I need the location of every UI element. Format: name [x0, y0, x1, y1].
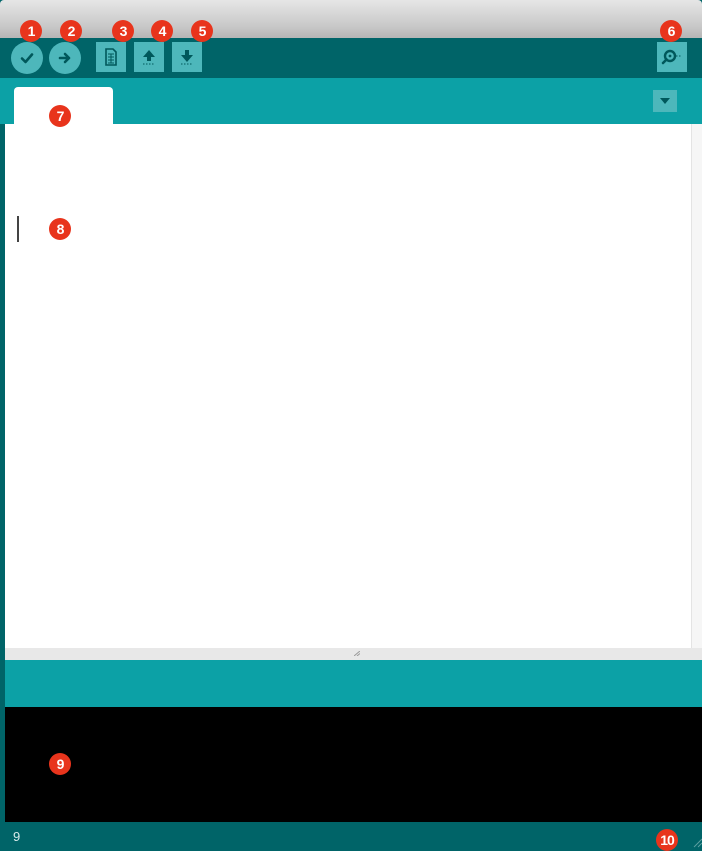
callout-marker: 7 [49, 105, 71, 127]
toolbar [0, 38, 702, 78]
tab-menu-button[interactable] [653, 90, 677, 112]
up-arrow-icon [143, 50, 155, 65]
down-arrow-icon [181, 50, 193, 65]
callout-marker: 9 [49, 753, 71, 775]
divider-grip-icon [354, 651, 360, 656]
text-cursor [17, 216, 19, 242]
console-output[interactable] [5, 707, 702, 822]
verify-button[interactable] [11, 42, 43, 74]
chevron-down-icon [660, 98, 670, 104]
callout-marker: 10 [656, 829, 678, 851]
magnifier-icon [661, 49, 682, 65]
save-button[interactable] [172, 42, 202, 72]
upload-button[interactable] [49, 42, 81, 74]
callout-marker: 6 [660, 20, 682, 42]
serial-monitor-button[interactable] [657, 42, 687, 72]
status-bar: 9 [5, 822, 702, 851]
callout-marker: 4 [151, 20, 173, 42]
line-number: 9 [13, 829, 21, 844]
right-arrow-icon [58, 52, 71, 64]
callout-marker: 5 [191, 20, 213, 42]
document-icon [105, 48, 117, 66]
tab-bar [0, 78, 702, 124]
resize-grip-icon[interactable] [689, 834, 702, 848]
callout-marker: 8 [49, 218, 71, 240]
code-editor[interactable] [5, 124, 692, 648]
checkmark-icon [20, 53, 34, 64]
pane-divider[interactable] [5, 648, 702, 660]
callout-marker: 3 [112, 20, 134, 42]
callout-marker: 1 [20, 20, 42, 42]
arduino-ide-window: 9 [0, 0, 702, 851]
open-button[interactable] [134, 42, 164, 72]
editor-scrollbar[interactable] [692, 124, 702, 648]
callout-marker: 2 [60, 20, 82, 42]
title-bar[interactable] [0, 0, 702, 38]
new-button[interactable] [96, 42, 126, 72]
message-area [5, 660, 702, 707]
